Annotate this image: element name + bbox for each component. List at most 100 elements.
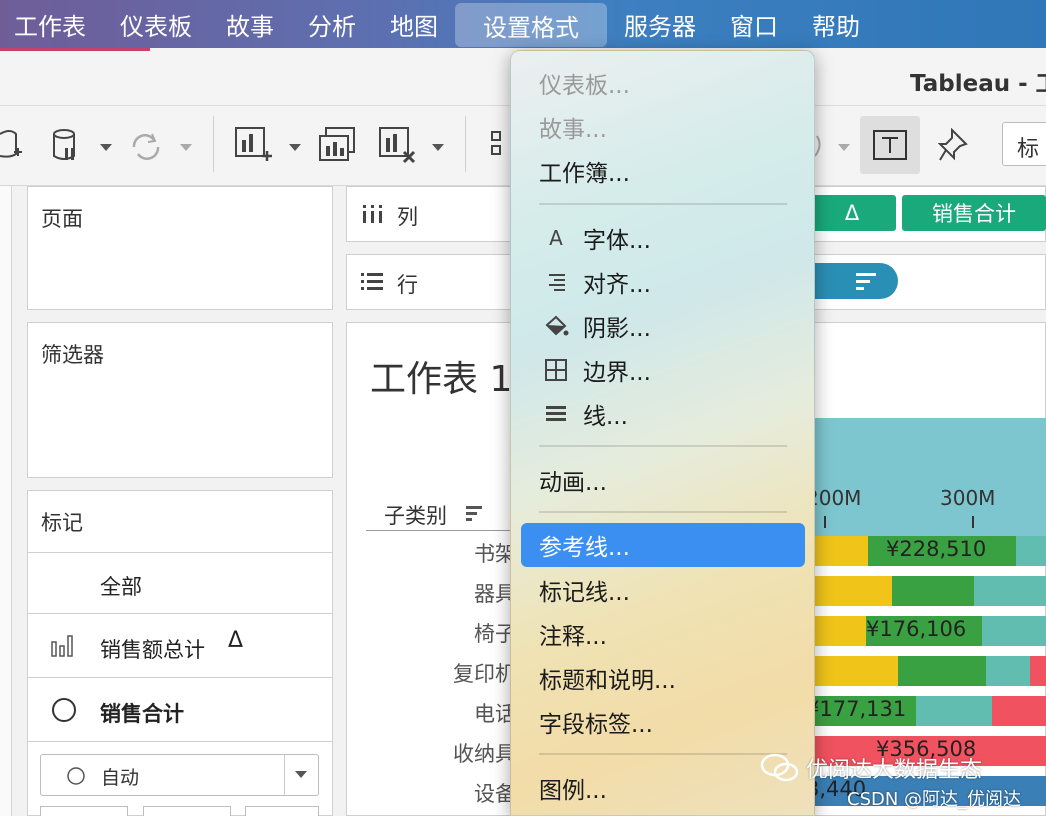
font-icon: A <box>549 226 563 250</box>
borders-icon <box>545 359 567 381</box>
menu-item-label: 边界... <box>583 360 651 386</box>
chevron-down-icon[interactable] <box>289 144 301 151</box>
chevron-down-icon[interactable] <box>100 144 112 151</box>
rows-icon <box>361 273 383 290</box>
bar-segment[interactable] <box>986 656 1030 686</box>
menu-item-borders[interactable]: 边界... <box>521 348 805 392</box>
filters-card[interactable]: 筛选器 <box>27 322 333 478</box>
chevron-down-icon[interactable] <box>432 144 444 151</box>
bar-chart-icon <box>51 635 73 657</box>
menu-item-label: 标记线... <box>539 580 630 606</box>
bar-segment[interactable] <box>1030 656 1046 686</box>
marks-tab-all[interactable]: 全部 <box>27 552 333 614</box>
data-pane-edge <box>0 186 12 816</box>
clear-sheet-icon[interactable] <box>378 126 420 166</box>
marks-tab-sales-total[interactable]: 销售合计 <box>27 678 333 742</box>
bar-segment[interactable] <box>815 536 868 566</box>
menu-window[interactable]: 窗口 <box>713 0 795 48</box>
chevron-down-icon <box>295 771 307 778</box>
window-title: Tableau - 工 <box>910 71 1046 97</box>
swap-icon[interactable] <box>490 130 510 164</box>
menu-story[interactable]: 故事 <box>209 0 291 48</box>
menu-map[interactable]: 地图 <box>373 0 455 48</box>
delta-icon: Δ <box>228 628 244 653</box>
menu-item-alignment[interactable]: 对齐... <box>521 260 805 304</box>
menu-item-label: 工作簿... <box>539 161 630 187</box>
menu-item-lines[interactable]: 线... <box>521 392 805 436</box>
bar-data-label: ¥176,106 <box>866 617 967 641</box>
menu-worksheet[interactable]: 工作表 <box>0 0 103 48</box>
menu-item-font[interactable]: A 字体... <box>521 216 805 260</box>
color-button[interactable] <box>40 806 128 816</box>
bar-segment[interactable] <box>982 616 1046 646</box>
bar-segment[interactable] <box>992 696 1046 726</box>
pages-card-title: 页面 <box>41 207 83 231</box>
fit-dropdown[interactable]: 标 <box>1002 122 1046 166</box>
circle-icon <box>67 767 85 785</box>
size-button[interactable] <box>143 806 231 816</box>
new-datasource-icon[interactable] <box>0 126 24 166</box>
marks-tab-sales-sum[interactable]: 销售额总计 Δ <box>27 614 333 678</box>
bar-segment[interactable] <box>815 576 892 606</box>
watermark-text: 优阅达大数据生态 <box>806 758 983 783</box>
column-pill-sales-total[interactable]: 销售合计 <box>902 195 1046 231</box>
sort-icon[interactable] <box>464 504 486 524</box>
axis-tick-label: 300M <box>940 486 996 510</box>
columns-shelf-label: 列 <box>397 205 418 229</box>
label-button[interactable] <box>245 806 319 816</box>
bar-segment[interactable] <box>815 656 898 686</box>
chevron-down-icon[interactable] <box>838 144 850 151</box>
column-pill-delta[interactable]: Δ <box>808 195 896 231</box>
menu-format[interactable]: 设置格式 <box>455 3 607 47</box>
menu-item-dashboard: 仪表板... <box>521 61 805 105</box>
menu-bar: 工作表 仪表板 故事 分析 地图 设置格式 服务器 窗口 帮助 <box>0 0 1046 48</box>
mark-type-dropdown[interactable]: 自动 <box>40 754 319 796</box>
bar-segment[interactable] <box>815 616 866 646</box>
menu-item-reference-lines[interactable]: 参考线... <box>521 523 805 567</box>
menu-separator <box>539 753 787 755</box>
menu-dashboard[interactable]: 仪表板 <box>103 0 209 48</box>
menu-item-workbook[interactable]: 工作簿... <box>521 149 805 193</box>
pin-icon[interactable] <box>938 128 970 164</box>
axis-tick <box>972 516 974 528</box>
chevron-down-icon[interactable] <box>180 144 192 151</box>
menu-item-title-caption[interactable]: 标题和说明... <box>521 656 805 700</box>
bar-segment[interactable] <box>1016 536 1046 566</box>
bar-segment[interactable] <box>916 696 992 726</box>
category-label: 书架 <box>474 542 516 566</box>
axis-header-band <box>805 418 1046 536</box>
menu-item-field-labels[interactable]: 字段标签... <box>521 700 805 744</box>
new-worksheet-icon[interactable] <box>234 126 274 166</box>
column-pill-delta-label: Δ <box>844 201 860 225</box>
category-label: 椅子 <box>474 622 516 646</box>
toolbar-divider <box>465 116 466 172</box>
format-menu: 仪表板... 故事... 工作簿... A 字体... 对齐... 阴影... … <box>510 50 815 816</box>
pages-card[interactable]: 页面 <box>27 186 333 310</box>
menu-item-annotations[interactable]: 注释... <box>521 612 805 656</box>
bar-data-label: ¥177,131 <box>806 697 907 721</box>
bar-segment[interactable] <box>974 576 1046 606</box>
duplicate-sheet-icon[interactable] <box>318 126 358 164</box>
menu-help[interactable]: 帮助 <box>795 0 877 48</box>
filters-card-title: 筛选器 <box>41 343 104 367</box>
row-pill-subcategory[interactable] <box>808 263 898 299</box>
header-divider <box>366 530 526 531</box>
bar-segment[interactable] <box>892 576 974 606</box>
menu-server[interactable]: 服务器 <box>607 0 713 48</box>
marks-tab-sales-total-label: 销售合计 <box>100 702 184 726</box>
rows-shelf-label: 行 <box>397 273 418 297</box>
bar-segment[interactable] <box>898 656 986 686</box>
menu-analysis[interactable]: 分析 <box>291 0 373 48</box>
refresh-icon[interactable] <box>128 130 164 164</box>
menu-item-drop-lines[interactable]: 标记线... <box>521 568 805 612</box>
columns-icon <box>363 205 382 223</box>
sort-icon <box>856 273 876 290</box>
menu-item-shading[interactable]: 阴影... <box>521 304 805 348</box>
text-icon <box>873 130 907 160</box>
shading-icon <box>545 315 569 336</box>
menu-separator <box>539 445 787 447</box>
menu-item-animation[interactable]: 动画... <box>521 458 805 502</box>
pause-updates-icon[interactable] <box>52 128 82 164</box>
menu-item-label: 注释... <box>539 624 607 650</box>
marks-tab-sales-sum-label: 销售额总计 <box>100 638 205 662</box>
